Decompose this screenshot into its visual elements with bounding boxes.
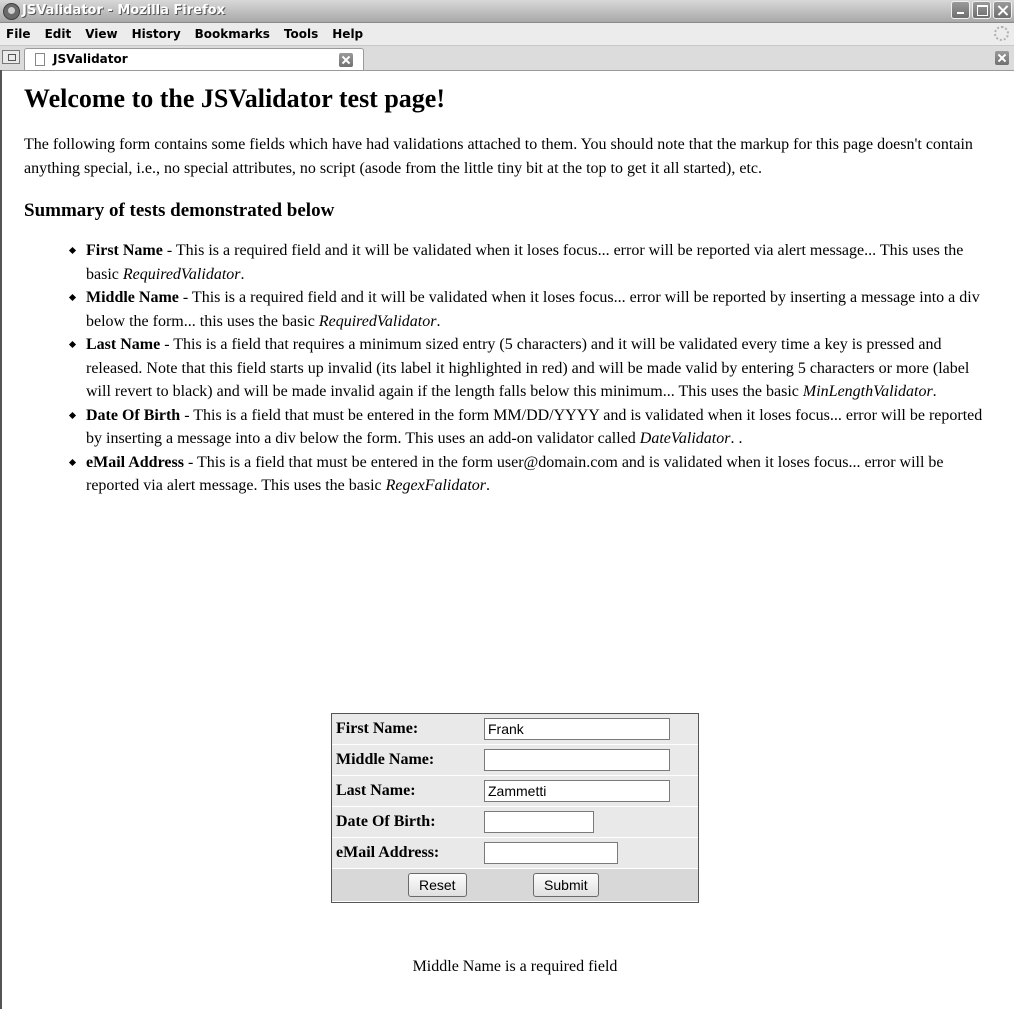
dob-label: Date Of Birth: [332,807,484,838]
date-of-birth-field[interactable] [484,811,594,833]
page-heading: Welcome to the JSValidator test page! [24,84,446,113]
validator-name: MinLengthValidator [802,383,933,400]
close-window-button[interactable] [993,1,1012,19]
middle-name-label: Middle Name: [332,745,484,776]
email-row: eMail Address: [332,838,698,869]
new-tab-icon[interactable] [2,50,20,64]
error-message: Middle Name is a required field [412,958,618,975]
test-description: - This is a field that must be entered i… [86,453,944,495]
validator-name: RequiredValidator [122,265,241,283]
tab-jsvalidator[interactable]: JSValidator [24,48,364,70]
test-tail: . [932,383,937,400]
validation-form: First Name: Middle Name: Last Name: Date… [331,713,699,903]
first-name-cell [484,714,698,745]
submit-button[interactable]: Submit [533,873,599,897]
list-item: eMail Address - This is a field that mus… [86,451,996,498]
menu-tools[interactable]: Tools [278,27,326,41]
test-description: - This is a field that must be entered i… [86,406,983,448]
maximize-button[interactable] [972,1,991,19]
last-name-label: Last Name: [332,776,484,807]
middle-name-field[interactable] [484,749,670,771]
list-item: Middle Name - This is a required field a… [86,286,996,333]
throbber-icon [994,26,1009,41]
dob-row: Date Of Birth: [332,807,698,838]
tab-close-icon[interactable] [339,53,353,67]
test-tail: . [486,477,491,494]
menu-file[interactable]: File [0,27,39,41]
dob-cell [484,807,698,838]
window-controls [951,1,1012,19]
menu-bookmarks[interactable]: Bookmarks [189,27,278,41]
last-name-row: Last Name: [332,776,698,807]
firefox-icon [3,3,20,20]
test-tail: . . [730,430,743,447]
tests-list: First Name - This is a required field an… [12,239,996,498]
list-item: Date Of Birth - This is a field that mus… [86,404,996,451]
page-icon [35,53,45,66]
button-row: Reset Submit [332,869,698,902]
test-tail: . [240,265,245,283]
menu-help[interactable]: Help [326,27,371,41]
first-name-field[interactable] [484,718,670,740]
button-cell: Reset Submit [332,869,698,902]
intro-paragraph: The following form contains some fields … [24,136,973,177]
list-item: Last Name - This is a field that require… [86,333,996,404]
validator-name: DateValidator [639,430,731,447]
test-description: - This is a required field and it will b… [86,289,980,330]
list-item: First Name - This is a required field an… [86,239,996,286]
menu-edit[interactable]: Edit [39,27,80,41]
last-name-cell [484,776,698,807]
email-field[interactable] [484,842,618,864]
test-name: eMail Address [86,453,184,471]
test-tail: . [436,312,441,330]
middle-name-row: Middle Name: [332,745,698,776]
summary-heading: Summary of tests demonstrated below [24,200,335,221]
validator-name: RegexFalidator [385,477,487,494]
close-tab-icon[interactable] [995,51,1009,65]
test-name: Last Name [86,336,161,353]
test-name: Middle Name [86,289,179,306]
reset-button[interactable]: Reset [408,873,467,897]
first-name-label: First Name: [332,714,484,745]
middle-name-cell [484,745,698,776]
last-name-field[interactable] [484,780,670,802]
window-left-border [0,70,2,1009]
window-titlebar: JSValidator - Mozilla Firefox [0,0,1014,23]
tab-label: JSValidator [53,52,128,66]
page-content: Welcome to the JSValidator test page! Th… [12,71,1002,498]
test-name: Date Of Birth [86,406,181,424]
first-name-row: First Name: [332,714,698,745]
window-title: JSValidator - Mozilla Firefox [22,3,225,18]
email-label: eMail Address: [332,838,484,869]
menu-history[interactable]: History [126,27,189,41]
minimize-button[interactable] [951,1,970,19]
validator-name: RequiredValidator [318,312,437,330]
test-name: First Name [86,242,163,259]
email-cell [484,838,698,869]
menu-view[interactable]: View [79,27,125,41]
menubar: File Edit View History Bookmarks Tools H… [0,23,1014,46]
tab-bar: JSValidator [0,46,1014,71]
